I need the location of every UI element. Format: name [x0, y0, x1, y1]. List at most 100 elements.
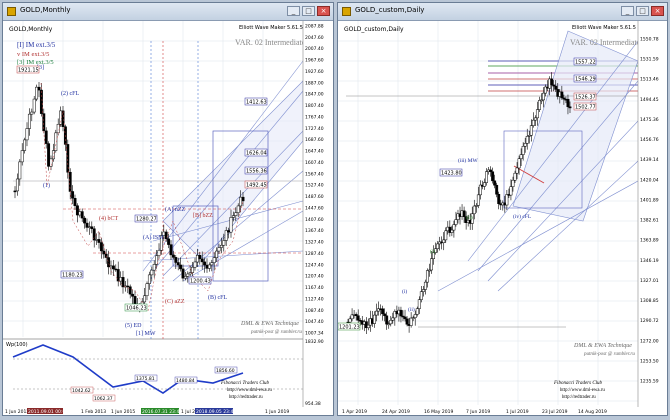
candle-body [145, 283, 149, 297]
minimize-button[interactable]: _ [287, 6, 300, 16]
candle-body [399, 309, 403, 317]
candle-body [525, 136, 529, 144]
left-window-titlebar[interactable]: GOLD,Monthly _ □ × [3, 3, 333, 21]
candle-body [405, 318, 409, 325]
minimize-button[interactable]: _ [621, 6, 634, 16]
candle-body [119, 277, 123, 282]
maximize-button[interactable]: □ [302, 6, 315, 16]
candle-body [32, 98, 36, 113]
monthly-chart-canvas[interactable]: GOLD,Monthly Elliott Wave Maker 5.61.5 V… [3, 21, 333, 415]
candle-body [37, 86, 41, 91]
price-axis-tick: 1287.40 [305, 251, 324, 257]
price-box: 1423.80 [441, 171, 462, 177]
footer-brand: DML & EWA Technique [240, 321, 299, 327]
price-axis-tick: 1047.40 [305, 319, 324, 325]
candle-body [171, 254, 175, 258]
wave-label: [1] MW [136, 331, 156, 337]
candle-body [515, 167, 519, 174]
candle-body [489, 169, 493, 172]
candle-body [188, 272, 192, 275]
candle-body [531, 119, 535, 126]
price-axis-tick: 1401.89 [640, 197, 659, 203]
candle-body [491, 171, 495, 182]
candle-body [413, 314, 417, 318]
date-label: 2011.09.01 00:00 [28, 409, 68, 415]
right-window-titlebar[interactable]: GOLD_custom,Daily _ □ × [338, 3, 667, 21]
price-axis-tick: 1807.40 [305, 103, 324, 109]
maximize-button[interactable]: □ [636, 6, 649, 16]
close-button[interactable]: × [317, 6, 330, 16]
candle-body [90, 226, 94, 230]
candle-body [389, 319, 393, 325]
candle-body [85, 222, 89, 228]
candle-body [222, 240, 226, 246]
candle-body [61, 110, 65, 127]
candle-body [568, 106, 572, 109]
candle-body [454, 219, 458, 225]
price-box: 1201.23 [339, 325, 360, 331]
candle-body [150, 269, 154, 276]
price-axis-tick: 1007.34 [305, 331, 324, 337]
candle-body [73, 198, 77, 206]
candle-body [535, 109, 539, 119]
wave-label: (ii) [466, 214, 473, 221]
footer-brand: DML & EWA Technique [573, 343, 632, 349]
price-axis-tick: 1407.60 [305, 217, 324, 223]
club-label: Fibonacci Traders Club [220, 381, 270, 386]
price-axis-tick: 1235.59 [640, 379, 659, 385]
candle-body [236, 205, 240, 213]
info-box: 1480.84 [176, 378, 195, 384]
legend-item-3: [3] IM ext.3/5 [17, 59, 54, 66]
candle-body [78, 211, 82, 216]
price-box: 1046.23 [126, 306, 147, 312]
price-axis-tick: 1207.40 [305, 274, 324, 280]
candle-body [203, 261, 207, 266]
candle-body [102, 250, 106, 255]
candle-body [116, 269, 120, 282]
legend-item-2: v IM ext.3/5 [17, 51, 49, 58]
wave-label: [B] bZZ [193, 213, 213, 219]
wave-label: (5) ED [125, 322, 142, 329]
candle-body [224, 230, 228, 241]
candle-body [15, 178, 19, 192]
candle-body [27, 113, 31, 129]
left-indicator-label: Elliott Wave Maker 5.61.5 [239, 25, 303, 31]
left-chart-window[interactable]: GOLD,Monthly _ □ × GOLD,Monthly Elliott … [2, 2, 334, 416]
candle-body [423, 281, 427, 290]
price-box: 1180.23 [62, 273, 83, 279]
price-axis-tick: 1887.00 [305, 80, 324, 86]
close-button[interactable]: × [651, 6, 664, 16]
candle-body [111, 265, 115, 270]
candle-body [542, 92, 545, 101]
left-variant-label: VAR. 02 Intermediate [235, 38, 306, 47]
candle-body [366, 324, 370, 329]
price-axis-tick: 1447.60 [305, 205, 324, 211]
candle-body [87, 226, 91, 228]
right-chart-window[interactable]: GOLD_custom,Daily _ □ × GOLD_custom,Dail… [337, 2, 668, 416]
daily-chart-canvas[interactable]: GOLD_custom,Daily Elliott Wave Maker 5.6… [338, 21, 667, 415]
candle-body [550, 78, 554, 86]
candle-body [66, 144, 70, 173]
right-variant-label: VAR. 02 Intermediate [570, 38, 641, 47]
price-box: 1557.22 [575, 60, 596, 66]
candle-body [174, 257, 178, 263]
date-label: 23 Jul 2019 [542, 409, 568, 415]
wave-label: (i) [402, 288, 407, 295]
candle-body [419, 291, 423, 300]
candle-body [560, 91, 564, 99]
candle-body [71, 191, 75, 199]
price-axis-tick: 1456.76 [640, 137, 659, 143]
wave-label: (A) ISM [143, 234, 164, 241]
wave-label: (4) bCT [99, 215, 118, 222]
price-axis-tick: 2087.88 [305, 24, 324, 30]
candle-body [200, 258, 204, 263]
date-label: 14 Aug 2019 [578, 409, 607, 415]
wave-label: (C) aZZ [165, 298, 185, 305]
price-axis-tick: 1513.46 [640, 77, 659, 83]
wave-label: (2) cFL [61, 90, 79, 97]
date-label: 1 Apr 2019 [342, 409, 367, 415]
candle-body [183, 276, 187, 279]
candle-body [44, 130, 48, 144]
price-axis-tick: 1127.40 [305, 296, 324, 302]
candle-body [47, 143, 51, 167]
